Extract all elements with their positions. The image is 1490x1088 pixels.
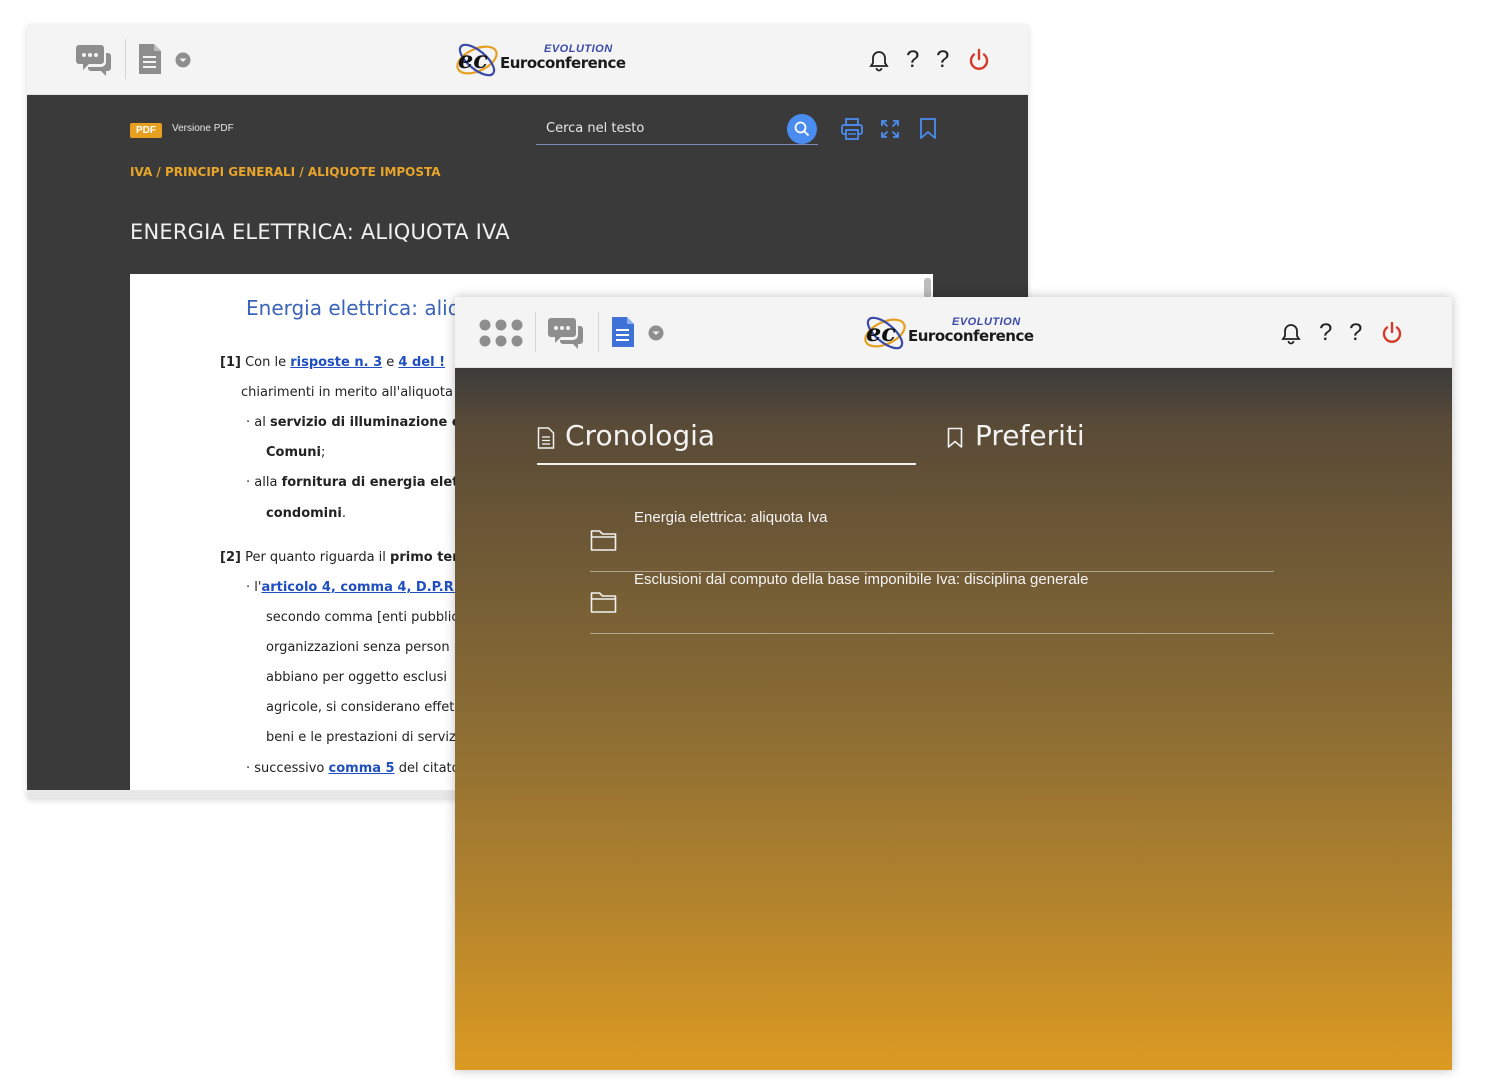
bell-icon[interactable]	[869, 50, 889, 72]
list-item[interactable]: Energia elettrica: aliquota Iva	[590, 509, 1274, 572]
euroconference-logo[interactable]: ec EVOLUTION Euroconference	[452, 31, 626, 87]
bullet-line: · al servizio di illuminazione el	[246, 415, 465, 430]
paragraph-2-line: [2] Per quanto riguarda il primo tema	[220, 550, 475, 565]
bold-text: fornitura di energia elet	[281, 475, 459, 490]
search-input[interactable]	[544, 120, 778, 137]
text-line: abbiano per oggetto esclusi	[266, 670, 447, 685]
paragraph-number: [2]	[220, 550, 241, 565]
euroconference-logo[interactable]: ec EVOLUTION Euroconference	[860, 304, 1034, 360]
text-line: condomini.	[266, 506, 346, 521]
bell-icon[interactable]	[1281, 323, 1301, 345]
divider	[535, 312, 536, 352]
top-bar: ec EVOLUTION Euroconference ? ?	[455, 297, 1452, 368]
bullet-line: · successivo comma 5 del citato	[246, 761, 460, 776]
text: Con le	[240, 355, 291, 370]
tab-label: Preferiti	[975, 419, 1085, 452]
scrollbar[interactable]	[924, 278, 931, 298]
brand-name: Euroconference	[908, 327, 1034, 345]
text: · l'	[246, 580, 262, 595]
document-heading: Energia elettrica: aliqu	[246, 296, 474, 320]
paragraph-number: [1]	[220, 355, 241, 370]
text-line: Comuni;	[266, 445, 325, 460]
svg-text:ec: ec	[866, 318, 896, 347]
power-icon[interactable]	[1380, 321, 1404, 345]
folder-icon	[590, 592, 617, 613]
help-icon-secondary[interactable]: ?	[1349, 319, 1362, 347]
reference-link[interactable]: articolo 4, comma 4, D.P.R. 63	[261, 580, 481, 595]
bold-text: Comuni	[266, 445, 321, 460]
text-line: secondo comma [enti pubblic	[266, 610, 459, 625]
text: · al	[246, 415, 270, 430]
text: Per quanto riguarda il	[240, 550, 391, 565]
power-icon[interactable]	[967, 48, 991, 72]
pdf-badge[interactable]: PDF	[130, 123, 162, 138]
chat-icon[interactable]	[547, 314, 585, 350]
search-icon	[794, 121, 810, 137]
pdf-version-link[interactable]: Versione PDF	[172, 123, 234, 134]
tab-preferiti[interactable]: Preferiti	[947, 413, 1147, 465]
bold-text: servizio di illuminazione el	[269, 415, 466, 430]
bookmark-icon	[947, 427, 963, 448]
print-icon[interactable]	[840, 117, 864, 141]
search-button[interactable]	[787, 114, 817, 144]
document-icon[interactable]	[611, 316, 635, 348]
tab-label: Cronologia	[565, 419, 716, 452]
text: · successivo	[246, 761, 329, 776]
divider	[125, 39, 126, 79]
svg-text:ec: ec	[458, 45, 488, 74]
fullscreen-icon[interactable]	[880, 119, 900, 139]
text-line: organizzazioni senza person	[266, 640, 450, 655]
brand-name: Euroconference	[500, 54, 626, 72]
reference-link[interactable]: comma 5	[329, 761, 395, 776]
divider	[598, 312, 599, 352]
active-tab-indicator	[537, 463, 916, 465]
document-icon[interactable]	[138, 43, 162, 75]
folder-icon	[590, 530, 617, 551]
bullet-line: · l'articolo 4, comma 4, D.P.R. 63	[246, 580, 482, 595]
reference-link[interactable]: risposte n. 3	[290, 355, 382, 370]
bold-text: condomini	[266, 506, 342, 521]
paragraph-1-line: [1] Con le risposte n. 3 e 4 del !	[220, 355, 445, 370]
tab-cronologia[interactable]: Cronologia	[537, 413, 916, 465]
list-item-title: Energia elettrica: aliquota Iva	[634, 509, 828, 526]
document-icon	[537, 427, 555, 449]
help-icon[interactable]: ?	[906, 46, 919, 74]
top-bar: ec EVOLUTION Euroconference ? ?	[27, 24, 1028, 95]
chevron-down-icon[interactable]	[175, 52, 191, 68]
text: · alla	[246, 475, 282, 490]
list-item[interactable]: Esclusioni dal computo della base imponi…	[590, 571, 1274, 634]
bookmark-icon[interactable]	[919, 118, 937, 140]
list-item-title: Esclusioni dal computo della base imponi…	[634, 571, 1089, 588]
text: ;	[320, 445, 326, 460]
reference-link[interactable]: 4 del !	[398, 355, 445, 370]
breadcrumb[interactable]: IVA / PRINCIPI GENERALI / ALIQUOTE IMPOS…	[130, 165, 441, 179]
search-field	[536, 114, 818, 145]
help-icon[interactable]: ?	[1319, 319, 1332, 347]
logo-mark-icon: ec	[864, 316, 906, 350]
text-line: beni e le prestazioni di serviz	[266, 730, 456, 745]
history-window: ec EVOLUTION Euroconference ? ? Cronolog…	[455, 297, 1452, 1070]
text-line: chiarimenti in merito all'aliquota	[241, 385, 453, 400]
text: .	[341, 506, 346, 521]
text-line: agricole, si considerano effet	[266, 700, 455, 715]
chat-icon[interactable]	[75, 41, 113, 77]
text: del citato	[394, 761, 460, 776]
text: e	[382, 355, 399, 370]
help-icon-secondary[interactable]: ?	[936, 46, 949, 74]
apps-grid-icon[interactable]	[478, 318, 524, 348]
bullet-line: · alla fornitura di energia elet	[246, 475, 458, 490]
logo-mark-icon: ec	[456, 43, 498, 77]
page-title: ENERGIA ELETTRICA: ALIQUOTA IVA	[130, 220, 510, 244]
chevron-down-icon[interactable]	[648, 325, 664, 341]
